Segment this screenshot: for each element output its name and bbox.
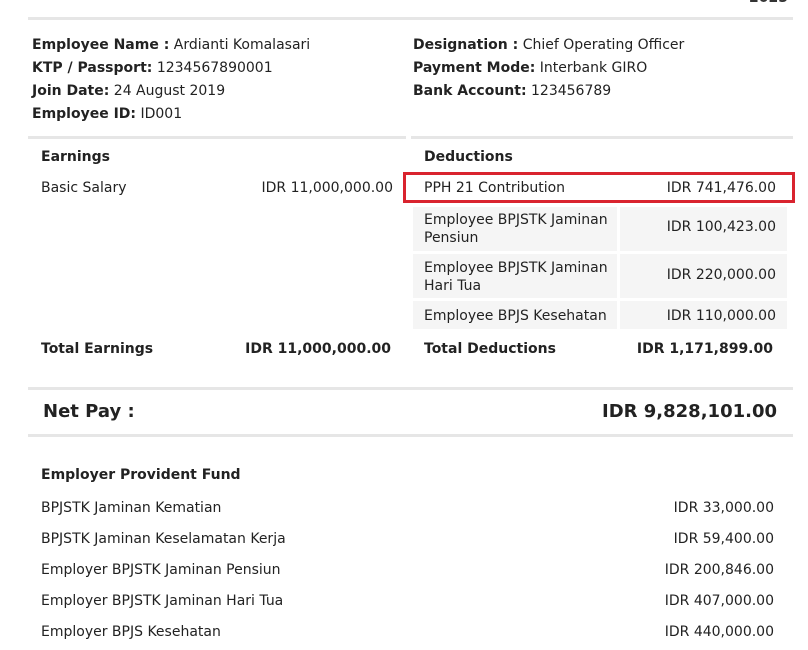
provident-label-jaminan-pensiun: Employer BPJSTK Jaminan Pensiun	[41, 562, 281, 578]
provident-label-bpjs-kesehatan: Employer BPJS Kesehatan	[41, 624, 221, 640]
net-pay-value: IDR 9,828,101.00	[602, 401, 777, 422]
employee-name: Ardianti Komalasari	[173, 37, 311, 53]
earnings-divider	[28, 136, 406, 139]
deduction-label-bpjs-kesehatan: Employee BPJS Kesehatan	[424, 308, 607, 324]
ktp-label: KTP / Passport:	[32, 60, 153, 76]
employee-id-line: Employee ID: ID001	[32, 103, 182, 126]
payment-mode-label: Payment Mode:	[413, 60, 536, 76]
deduction-amount-pph21: IDR 741,476.00	[666, 180, 776, 196]
join-date-value: 24 August 2019	[113, 83, 226, 99]
bank-account-line: Bank Account: 123456789	[413, 80, 611, 103]
total-deductions-value: IDR 1,171,899.00	[636, 341, 773, 357]
deductions-divider	[411, 136, 793, 139]
top-divider	[28, 17, 793, 20]
provident-amount-jaminan-pensiun: IDR 200,846.00	[664, 562, 774, 578]
provident-amount-bpjs-kesehatan: IDR 440,000.00	[664, 624, 774, 640]
deduction-amount-jaminan-pensiun: IDR 100,423.00	[666, 219, 776, 235]
provident-amount-keselamatan-kerja: IDR 59,400.00	[673, 531, 774, 547]
total-earnings-label: Total Earnings	[41, 341, 154, 357]
net-pay-label: Net Pay :	[43, 401, 135, 422]
net-pay-bottom-divider	[28, 434, 793, 437]
total-deductions-label: Total Deductions	[424, 341, 556, 357]
total-earnings-value: IDR 11,000,000.00	[245, 341, 391, 357]
designation-line: Designation : Chief Operating Officer	[413, 34, 684, 57]
year-fragment: 2025	[749, 0, 788, 6]
payment-mode-value: Interbank GIRO	[539, 60, 648, 76]
payment-mode-line: Payment Mode: Interbank GIRO	[413, 57, 647, 80]
join-date-label: Join Date:	[32, 83, 110, 99]
provident-amount-jaminan-hari-tua: IDR 407,000.00	[664, 593, 774, 609]
provident-amount-jaminan-kematian: IDR 33,000.00	[673, 500, 774, 516]
designation-label: Designation :	[413, 37, 519, 53]
deduction-amount-bpjs-kesehatan: IDR 110,000.00	[666, 308, 776, 324]
deductions-title: Deductions	[424, 149, 513, 165]
earnings-title: Earnings	[41, 149, 111, 165]
earning-label-basic-salary: Basic Salary	[41, 180, 127, 196]
net-pay-top-divider	[28, 387, 793, 390]
employee-name-label: Employee Name :	[32, 37, 170, 53]
ktp-line: KTP / Passport: 1234567890001	[32, 57, 273, 80]
designation-value: Chief Operating Officer	[522, 37, 685, 53]
provident-title: Employer Provident Fund	[41, 467, 241, 483]
employee-id-value: ID001	[140, 106, 183, 122]
deduction-label-pph21: PPH 21 Contribution	[424, 180, 566, 196]
join-date-line: Join Date: 24 August 2019	[32, 80, 225, 103]
employee-name-line: Employee Name : Ardianti Komalasari	[32, 34, 310, 57]
ktp-value: 1234567890001	[156, 60, 273, 76]
provident-label-jaminan-hari-tua: Employer BPJSTK Jaminan Hari Tua	[41, 593, 284, 609]
provident-label-keselamatan-kerja: BPJSTK Jaminan Keselamatan Kerja	[41, 531, 286, 547]
earning-amount-basic-salary: IDR 11,000,000.00	[261, 180, 393, 196]
deduction-label-jaminan-hari-tua: Employee BPJSTK Jaminan Hari Tua	[424, 260, 608, 294]
bank-account-value: 123456789	[531, 83, 612, 99]
employee-id-label: Employee ID:	[32, 106, 137, 122]
provident-label-jaminan-kematian: BPJSTK Jaminan Kematian	[41, 500, 222, 516]
deduction-label-jaminan-pensiun: Employee BPJSTK Jaminan Pensiun	[424, 212, 608, 246]
deduction-amount-jaminan-hari-tua: IDR 220,000.00	[666, 267, 776, 283]
bank-account-label: Bank Account:	[413, 83, 527, 99]
